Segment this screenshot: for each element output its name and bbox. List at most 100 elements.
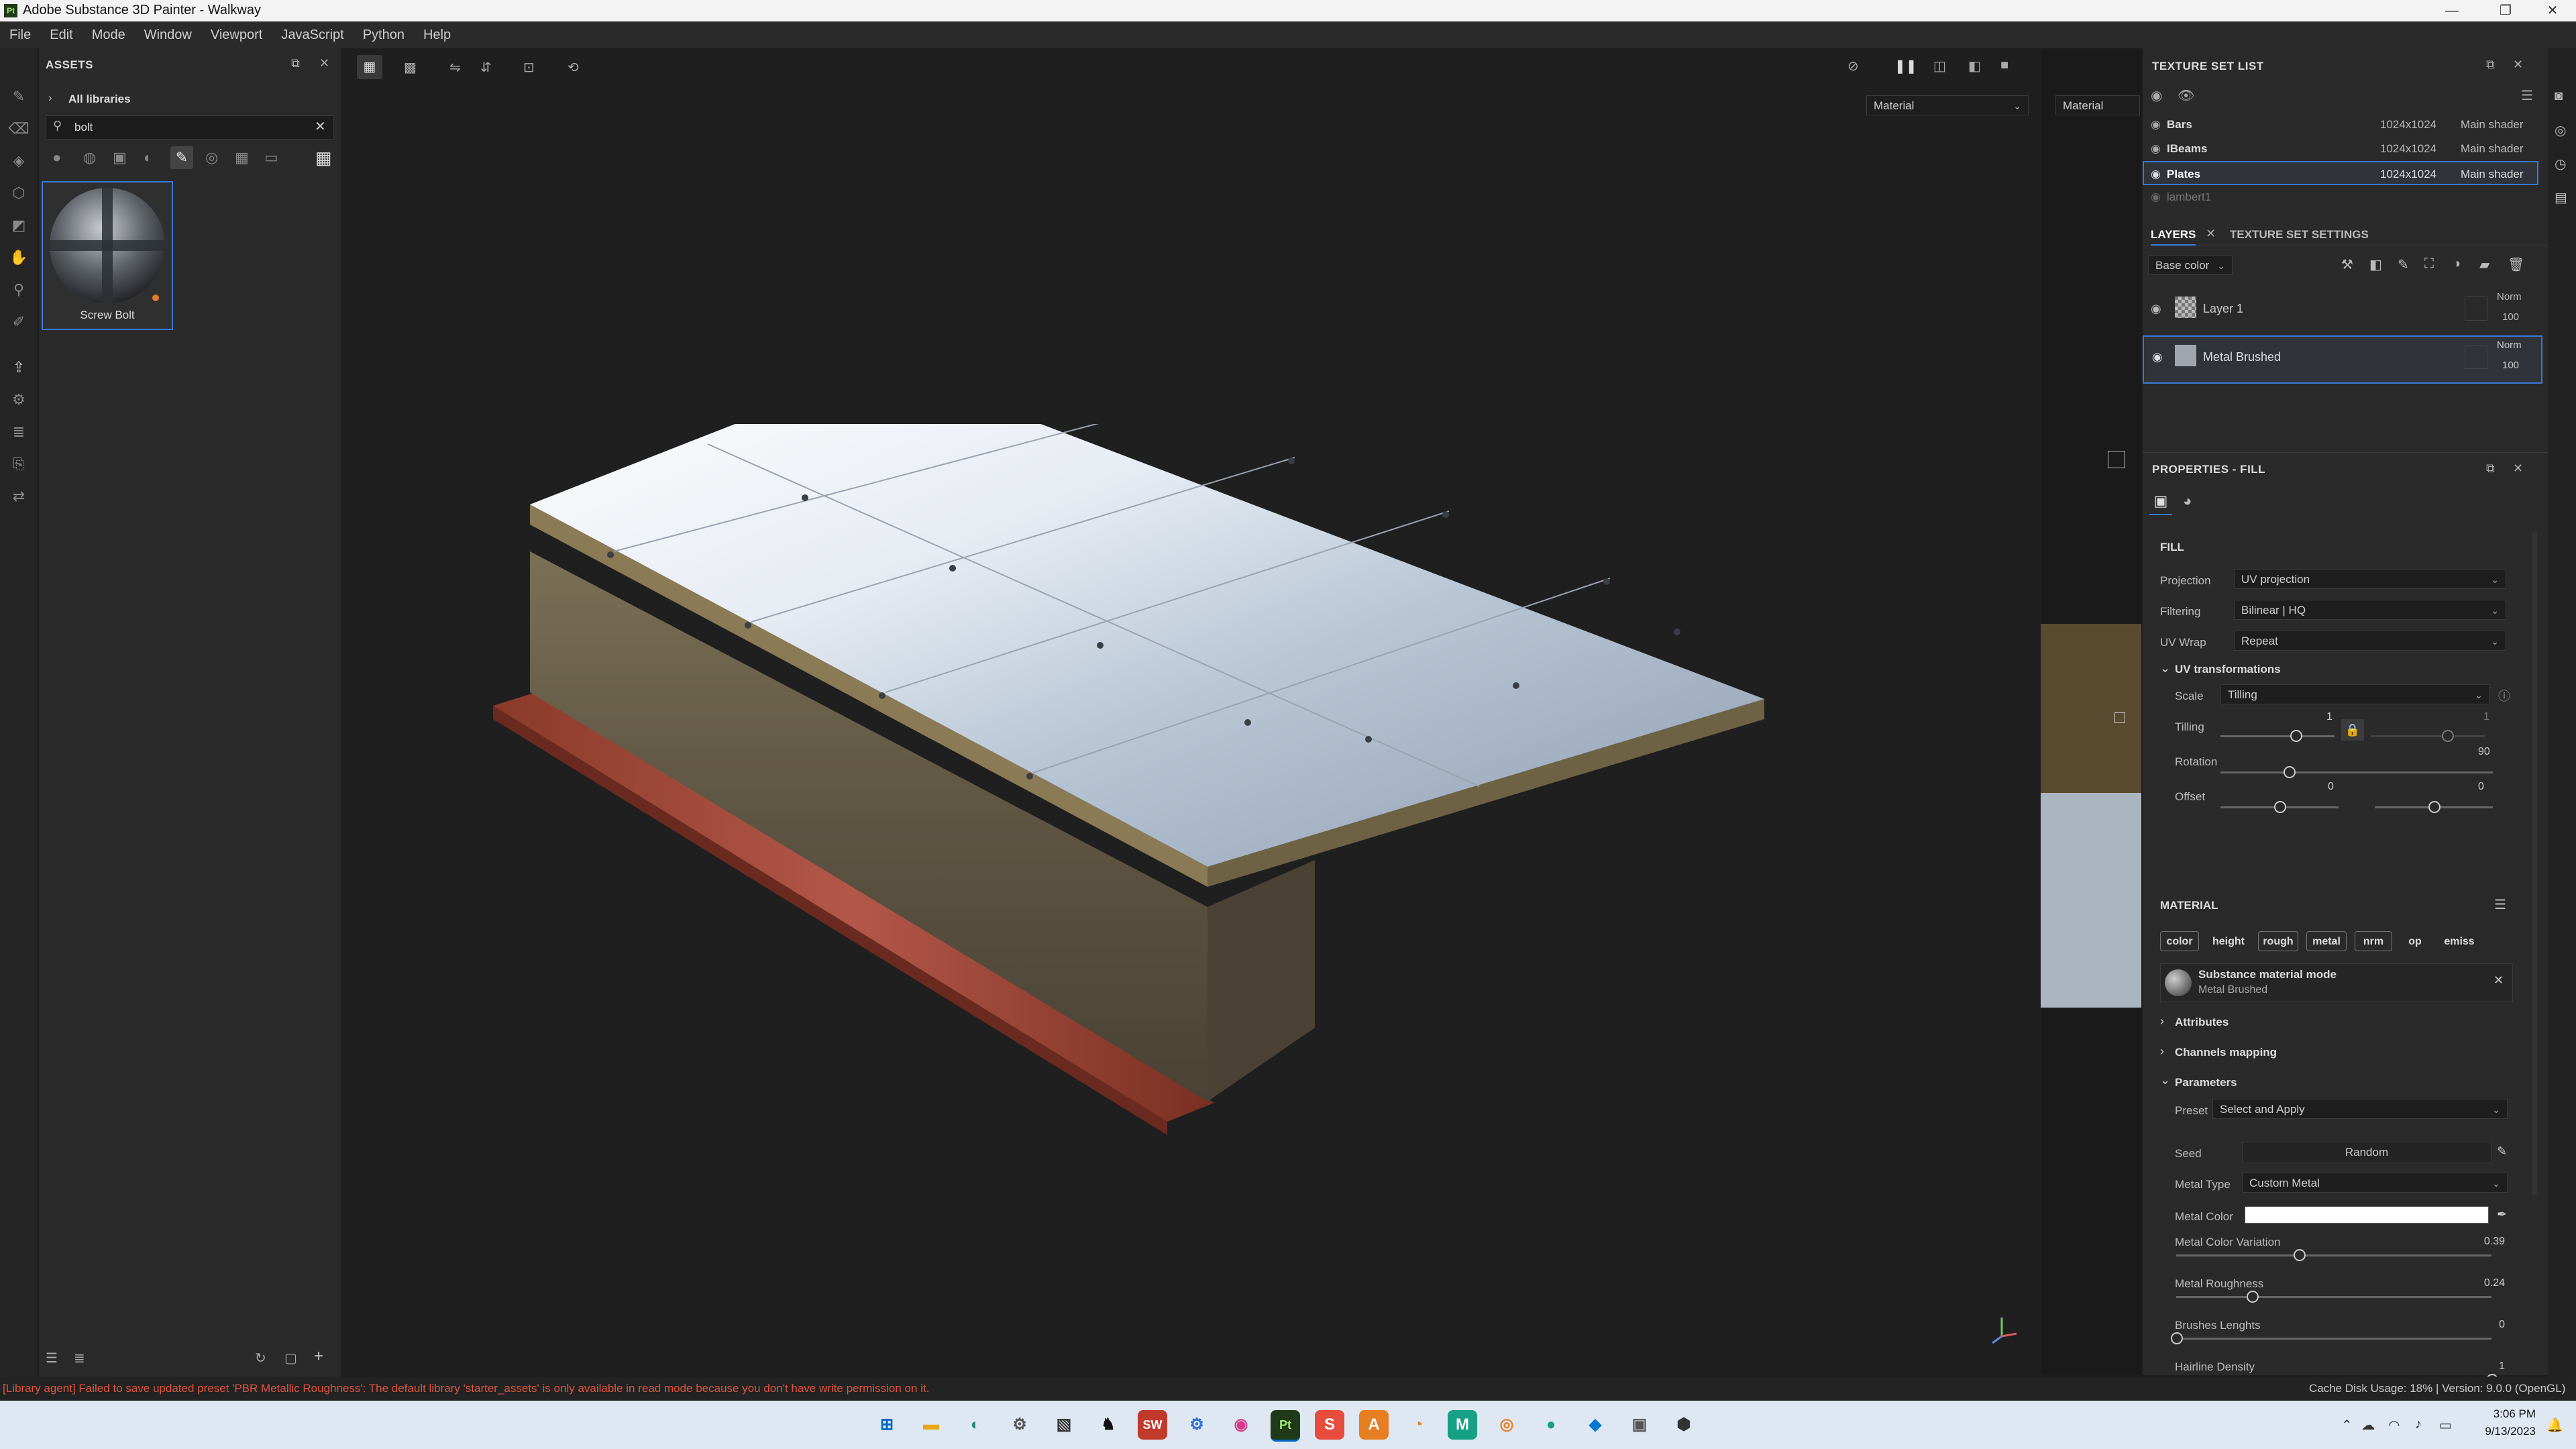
- app-green-icon[interactable]: ●: [1536, 1410, 1566, 1440]
- layer-opacity[interactable]: 100: [2502, 311, 2519, 323]
- projection-icon[interactable]: ◈: [8, 150, 30, 172]
- menu-viewport[interactable]: Viewport: [201, 21, 272, 48]
- app-a-icon[interactable]: A: [1359, 1410, 1389, 1440]
- add-smart-icon[interactable]: ◑: [2453, 256, 2461, 272]
- app-cube-icon[interactable]: ⬢: [1669, 1410, 1699, 1440]
- channel-chip-height[interactable]: height: [2207, 931, 2250, 951]
- history-icon[interactable]: ⟲: [568, 59, 579, 76]
- layer-item[interactable]: ◉ Layer 1 Norm 100: [2143, 287, 2541, 334]
- edit-pencil-icon[interactable]: ✎: [2497, 1144, 2507, 1159]
- frame-icon[interactable]: ⊡: [523, 59, 535, 76]
- clone-stamp-icon[interactable]: ⚲: [8, 279, 30, 301]
- substance-material-card[interactable]: Substance material mode Metal Brushed ✕: [2160, 963, 2513, 1002]
- material-menu-icon[interactable]: ☰: [2494, 896, 2506, 913]
- info-icon[interactable]: ⓘ: [2498, 687, 2510, 704]
- volume-icon[interactable]: ♪: [2415, 1417, 2422, 1432]
- smudge-icon[interactable]: ✋: [8, 247, 30, 268]
- layer-mask-slot[interactable]: [2465, 345, 2487, 369]
- visibility-toggle-icon[interactable]: ◉: [2151, 87, 2162, 104]
- bake-icon[interactable]: ⇪: [8, 357, 30, 378]
- layer-item-selected[interactable]: ◉ Metal Brushed Norm 100: [2143, 335, 2542, 384]
- viewport-material-dropdown[interactable]: Material ⌄: [1866, 95, 2029, 115]
- uvwrap-dropdown[interactable]: Repeat ⌄: [2234, 631, 2506, 651]
- close-panel-icon[interactable]: ✕: [319, 56, 329, 70]
- fill-properties-icon[interactable]: ▣: [2149, 492, 2172, 515]
- eye-icon[interactable]: ◉: [2151, 162, 2161, 186]
- close-panel-icon[interactable]: ✕: [2513, 58, 2523, 72]
- viewport2-material-dropdown[interactable]: Material: [2055, 95, 2140, 115]
- clock-time[interactable]: 3:06 PM: [2475, 1407, 2536, 1421]
- app-orange-icon[interactable]: ◎: [1492, 1410, 1521, 1440]
- tab-texture-set-settings[interactable]: TEXTURE SET SETTINGS: [2230, 228, 2369, 241]
- all-libraries-link[interactable]: All libraries: [68, 93, 131, 106]
- viewport-3d[interactable]: ▦ ▩ ⇋ ⇵ ⊡ ⟲ ⊘ ❚❚ ◫ ◧ ■ ✦ ✎ ◙ Material⌄: [342, 48, 2123, 1375]
- grunge-filter-icon[interactable]: ▦: [235, 149, 249, 166]
- channel-chip-op[interactable]: op: [2400, 931, 2430, 951]
- refresh-icon[interactable]: ↻: [255, 1350, 266, 1366]
- camera-video-icon[interactable]: ■: [2000, 58, 2008, 73]
- eye-icon[interactable]: ◉: [2151, 302, 2161, 316]
- wifi-icon[interactable]: ◠: [2388, 1417, 2400, 1434]
- paint-brush-icon[interactable]: ✎: [8, 86, 30, 107]
- geometry-mask-icon[interactable]: ⬡: [8, 182, 30, 204]
- lock-icon[interactable]: 🔒: [2341, 719, 2364, 741]
- align-icon[interactable]: ⇵: [480, 59, 492, 76]
- parameters-header[interactable]: Parameters: [2175, 1076, 2237, 1089]
- menu-help[interactable]: Help: [414, 21, 460, 48]
- substance-painter-taskbar-icon[interactable]: Pt: [1271, 1410, 1300, 1442]
- offset-slider-knob-u[interactable]: [2274, 801, 2286, 813]
- channel-chip-nrm[interactable]: nrm: [2355, 931, 2392, 951]
- alpha-filter-icon[interactable]: ◎: [205, 149, 218, 166]
- list-view-icon[interactable]: ≣: [74, 1350, 85, 1366]
- pause-icon[interactable]: ❚❚: [1894, 58, 1917, 74]
- close-panel-icon[interactable]: ✕: [2513, 462, 2523, 476]
- rotation-slider-knob[interactable]: [2284, 766, 2296, 778]
- menu-file[interactable]: File: [0, 21, 40, 48]
- blender-icon[interactable]: ◔: [1403, 1410, 1433, 1440]
- menu-mode[interactable]: Mode: [83, 21, 135, 48]
- polygon-fill-icon[interactable]: ◩: [8, 215, 30, 236]
- tilling-slider-track-2[interactable]: [2371, 735, 2485, 737]
- properties-scrollbar[interactable]: [2532, 531, 2537, 1195]
- undock-icon[interactable]: ⧉: [2486, 58, 2495, 72]
- photos-icon[interactable]: ▧: [1049, 1410, 1079, 1440]
- new-folder-icon[interactable]: ▢: [284, 1350, 297, 1366]
- game-icon[interactable]: ♞: [1093, 1410, 1123, 1440]
- layers-stack-icon[interactable]: ≣: [8, 421, 30, 443]
- eyedropper-icon[interactable]: ✒: [2497, 1208, 2507, 1222]
- close-tab-icon[interactable]: ✕: [2206, 227, 2216, 241]
- material-filter-icon[interactable]: ●: [52, 149, 61, 166]
- projection-dropdown[interactable]: UV projection ⌄: [2234, 569, 2506, 589]
- eye-icon[interactable]: ◉: [2152, 350, 2163, 364]
- display-settings-icon[interactable]: ◎: [2555, 122, 2566, 139]
- chevron-right-icon[interactable]: ›: [48, 91, 52, 105]
- menu-window[interactable]: Window: [135, 21, 201, 48]
- battery-icon[interactable]: ▭: [2439, 1417, 2452, 1434]
- offset-slider-knob-v[interactable]: [2428, 801, 2440, 813]
- clear-search-icon[interactable]: ✕: [315, 118, 326, 135]
- uv-transformations-header[interactable]: UV transformations: [2175, 663, 2281, 676]
- layer-opacity[interactable]: 100: [2502, 360, 2519, 371]
- channels-mapping-header[interactable]: Channels mapping: [2175, 1046, 2277, 1059]
- hide-ui-icon[interactable]: ⊘: [1847, 58, 1859, 74]
- add-asset-icon[interactable]: +: [314, 1347, 323, 1366]
- preset-dropdown[interactable]: Select and Apply ⌄: [2212, 1099, 2508, 1119]
- edge-icon[interactable]: ◐: [961, 1410, 990, 1440]
- layer-blend-mode[interactable]: Norm: [2497, 291, 2522, 303]
- param-slider-knob[interactable]: [2171, 1332, 2183, 1344]
- remove-material-icon[interactable]: ✕: [2493, 973, 2504, 987]
- layer-mask-slot[interactable]: [2465, 297, 2487, 321]
- channel-chip-rough[interactable]: rough: [2258, 931, 2298, 951]
- maya-icon[interactable]: M: [1448, 1410, 1477, 1440]
- search-box[interactable]: ⚲ bolt ✕: [46, 115, 334, 140]
- grid-layout-icon[interactable]: ▦: [357, 55, 382, 79]
- eye-icon[interactable]: 👁: [2178, 87, 2194, 104]
- tilling-slider-knob-2[interactable]: [2442, 730, 2454, 742]
- add-mask-icon[interactable]: ◧: [2369, 256, 2382, 273]
- smart-material-filter-icon[interactable]: ◍: [83, 149, 96, 166]
- channel-dropdown[interactable]: Base color ⌄: [2148, 255, 2233, 275]
- grid-view-icon[interactable]: ▦: [315, 148, 332, 168]
- brush-filter-icon[interactable]: ✎: [170, 146, 193, 169]
- undock-icon[interactable]: ⧉: [291, 56, 300, 70]
- send-icon[interactable]: ⇄: [8, 486, 30, 507]
